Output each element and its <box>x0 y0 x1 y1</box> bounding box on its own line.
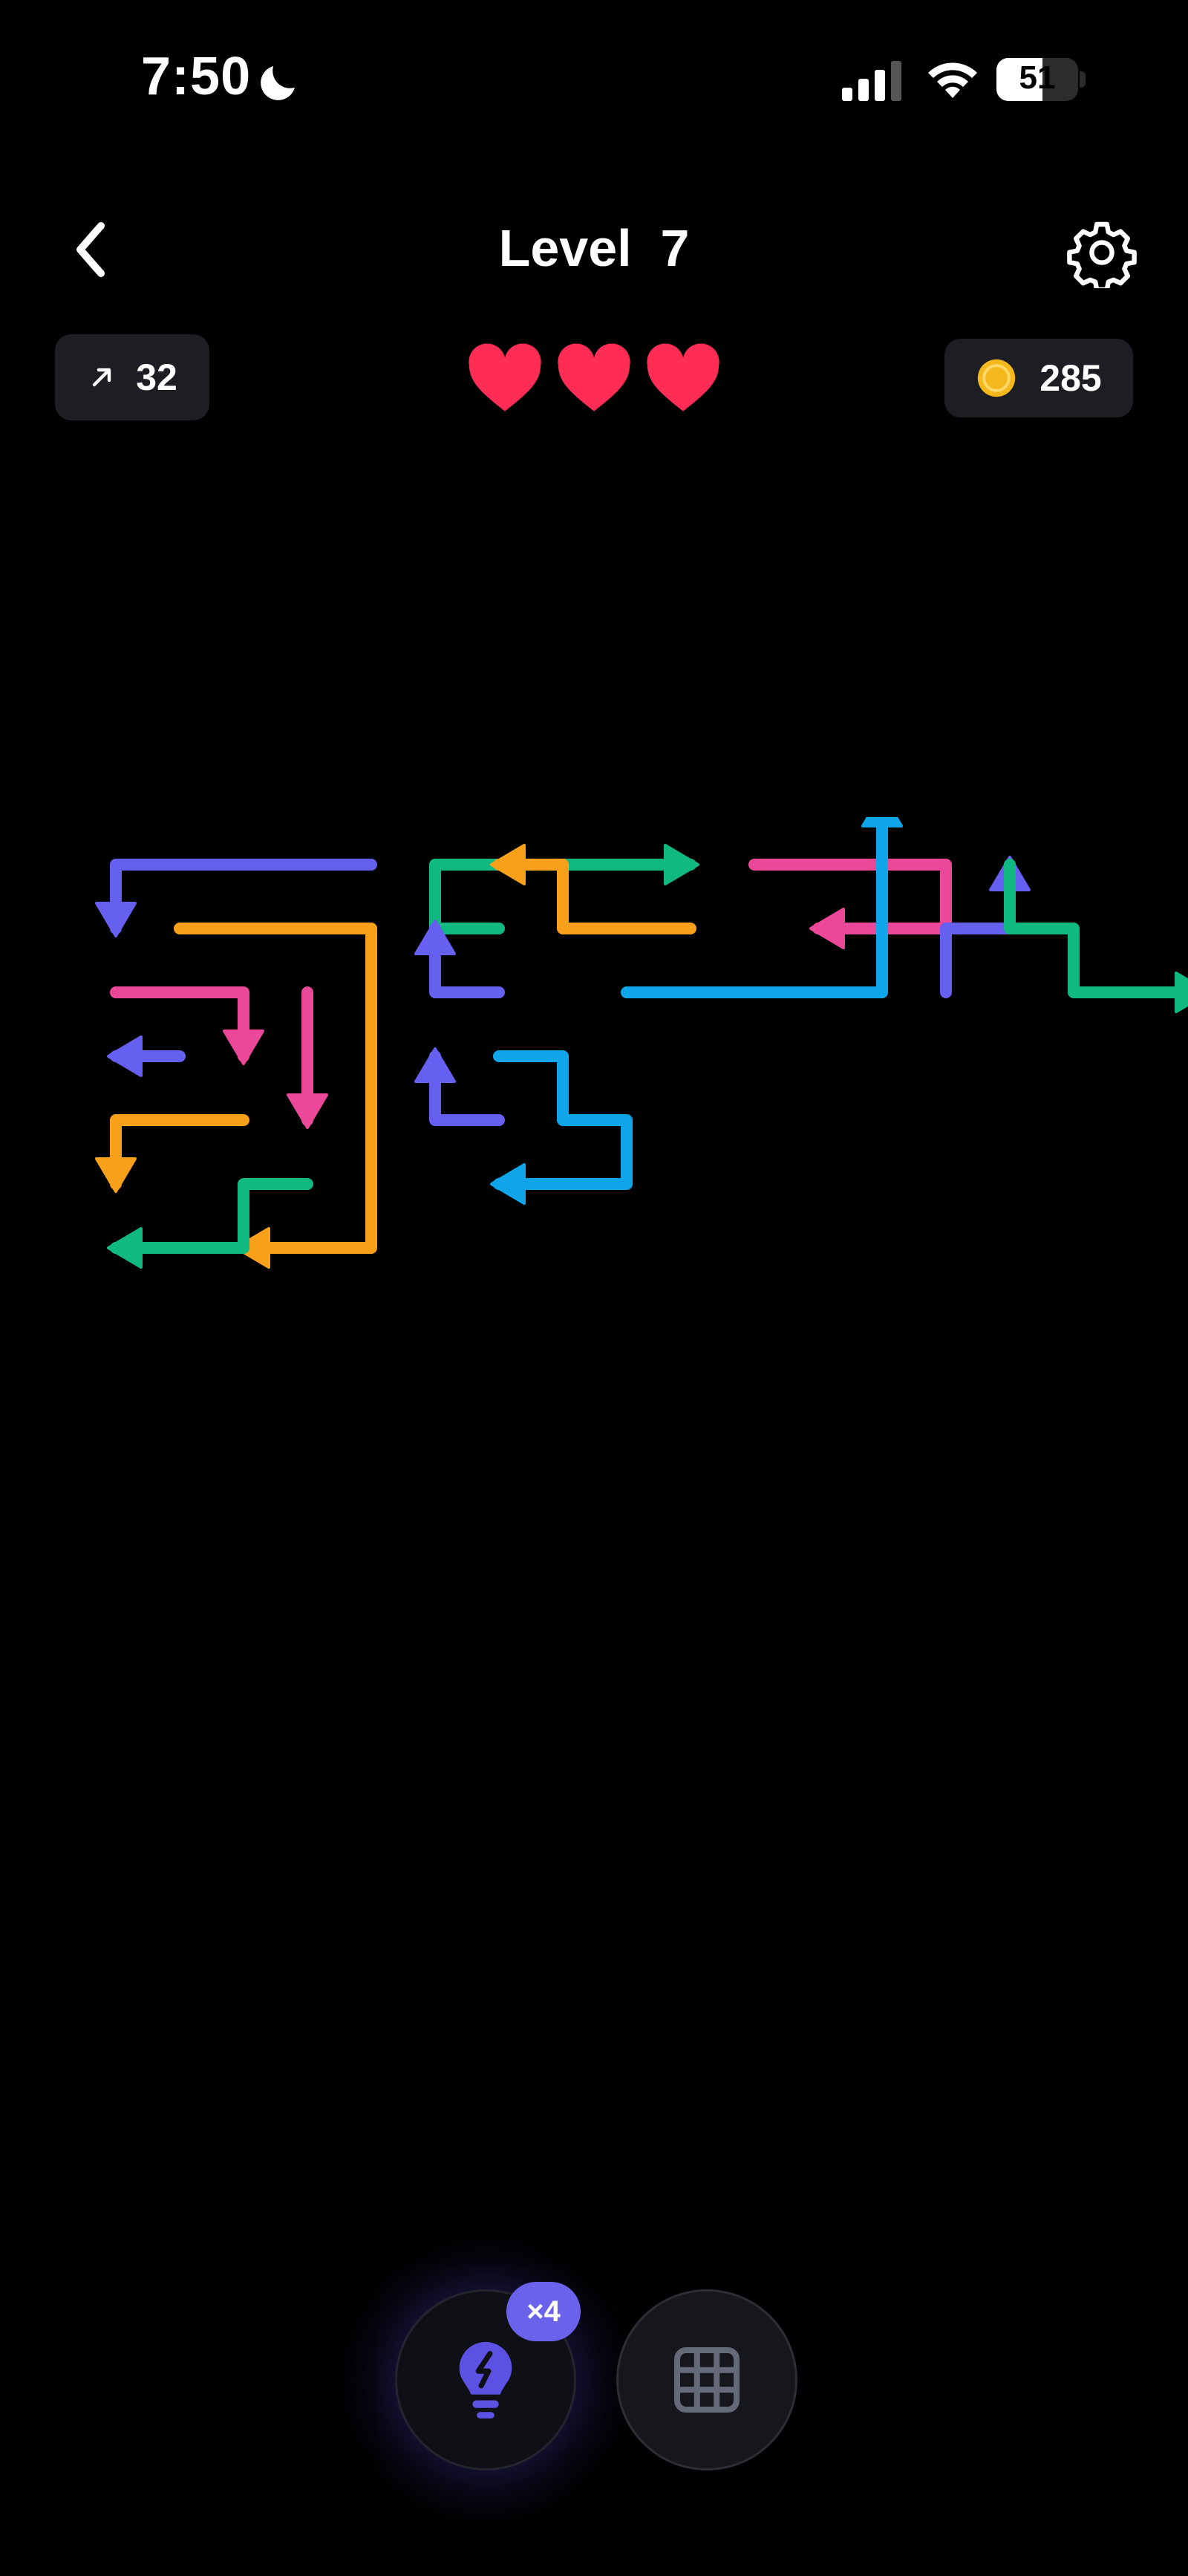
battery-tip <box>1080 71 1086 88</box>
signal-icon <box>842 61 901 101</box>
arrow-a11[interactable] <box>621 817 903 998</box>
page-title: Level 7 <box>446 218 742 278</box>
arrow-head[interactable] <box>490 1163 526 1205</box>
level-label: Level <box>498 219 632 277</box>
arrow-head[interactable] <box>107 1035 143 1077</box>
arrow-head[interactable] <box>95 902 137 937</box>
arrow-head[interactable] <box>490 844 526 885</box>
arrow-head[interactable] <box>1175 972 1188 1013</box>
heart-icon <box>469 343 541 412</box>
lives-hearts <box>465 343 723 414</box>
arrow-head[interactable] <box>287 1093 328 1129</box>
level-number: 7 <box>660 219 690 277</box>
coin-counter: 285 <box>944 339 1133 417</box>
moon-icon <box>261 66 295 100</box>
arrow-a4[interactable] <box>107 1035 186 1077</box>
gear-icon[interactable] <box>1066 217 1138 288</box>
arrow-body[interactable] <box>174 923 377 1254</box>
arrow-head[interactable] <box>414 1047 456 1083</box>
status-time: 7:50 <box>141 47 252 106</box>
arrow-head[interactable] <box>861 817 903 827</box>
back-chevron-icon[interactable] <box>68 220 113 279</box>
arrow-head[interactable] <box>107 1227 143 1269</box>
moves-counter: 32 <box>55 334 209 420</box>
arrow-body[interactable] <box>748 859 952 934</box>
moves-value: 32 <box>136 357 177 398</box>
battery-indicator: 51 <box>996 58 1078 101</box>
lightbulb-icon <box>459 2341 512 2419</box>
arrow-head[interactable] <box>664 844 699 885</box>
grid-icon <box>674 2347 740 2413</box>
arrow-body[interactable] <box>493 1050 633 1190</box>
arrow-head[interactable] <box>809 908 845 949</box>
arrow-head[interactable] <box>95 1157 137 1193</box>
arrow-a14[interactable] <box>1004 859 1188 1013</box>
heart-icon <box>558 343 630 412</box>
coin-value: 285 <box>1040 357 1102 399</box>
grid-toggle-button[interactable] <box>616 2289 797 2471</box>
battery-level: 51 <box>1019 59 1056 96</box>
arrow-body[interactable] <box>110 859 377 934</box>
arrow-body[interactable] <box>110 1178 313 1254</box>
arrow-a16[interactable] <box>414 1047 505 1126</box>
arrow-head[interactable] <box>223 1030 264 1065</box>
coin-icon <box>978 359 1016 397</box>
arrow-a2[interactable] <box>174 923 377 1269</box>
arrow-body[interactable] <box>493 859 696 934</box>
arrow-body[interactable] <box>621 817 888 998</box>
diagonal-arrow-icon <box>92 368 111 387</box>
hint-count-badge: ×4 <box>506 2282 581 2341</box>
arrow-a9[interactable] <box>490 844 696 934</box>
arrow-body[interactable] <box>1004 859 1188 998</box>
heart-icon <box>647 343 719 412</box>
wifi-icon <box>928 62 977 98</box>
arrow-a6[interactable] <box>95 1114 249 1193</box>
arrow-a5[interactable] <box>287 986 328 1129</box>
arrow-a7[interactable] <box>107 1178 313 1269</box>
puzzle-board <box>95 817 1188 1269</box>
arrow-a15[interactable] <box>490 1050 633 1205</box>
arrow-a10[interactable] <box>748 859 952 949</box>
arrow-body[interactable] <box>110 1114 249 1190</box>
